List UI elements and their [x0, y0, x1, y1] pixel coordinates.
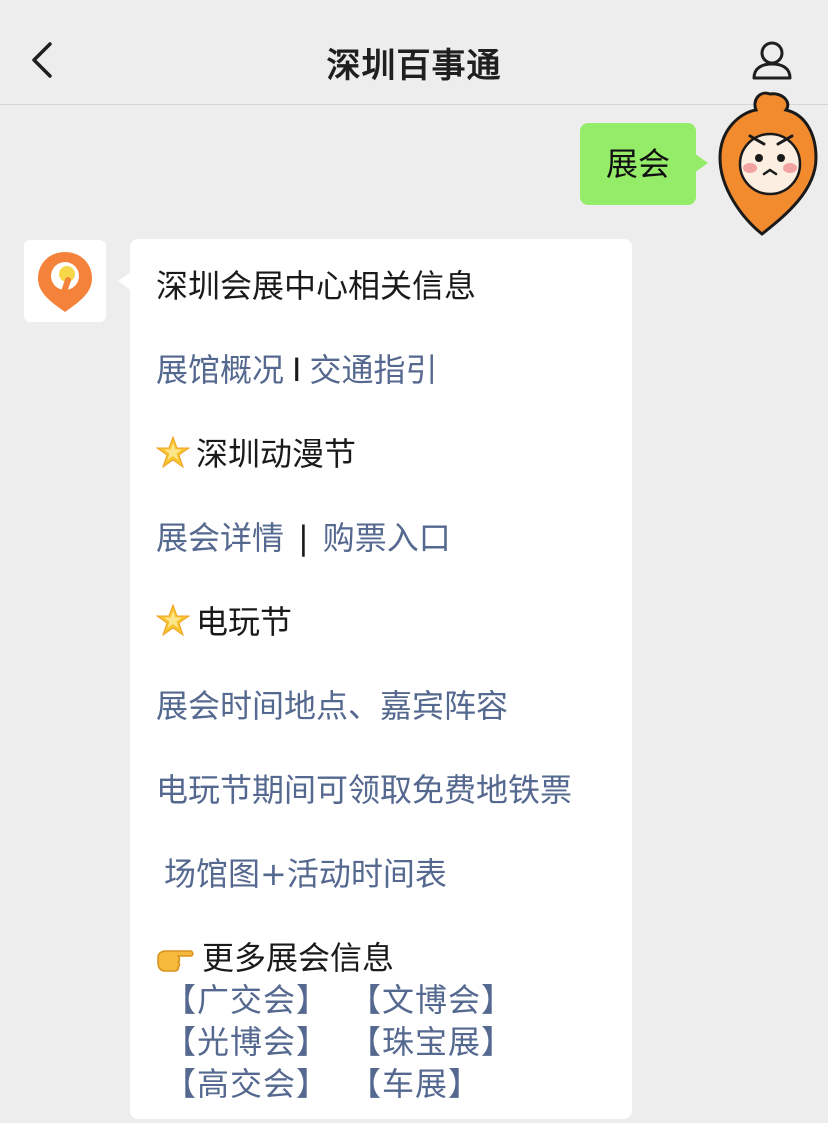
star-icon — [156, 603, 190, 637]
profile-button[interactable] — [748, 38, 796, 86]
cultural-expo-link[interactable]: 【文博会】 — [349, 981, 514, 1019]
top-bar: 深圳百事通 — [0, 0, 828, 105]
account-avatar[interactable] — [24, 240, 106, 322]
person-icon — [752, 41, 792, 80]
venue-overview-link[interactable]: 展馆概况 — [156, 351, 284, 389]
incoming-bubble: 深圳会展中心相关信息 展馆概况 I 交通指引 深圳动漫节 展会详情 | 购票入口 电玩节… — [118, 239, 632, 1119]
free-metro-ticket-link[interactable]: 电玩节期间可领取免费地铁票 — [156, 765, 572, 811]
user-avatar[interactable] — [712, 88, 824, 238]
link-separator: | — [298, 519, 309, 557]
time-venue-guests-link[interactable]: 展会时间地点、嘉宾阵容 — [156, 681, 508, 727]
section-label: 电玩节 — [196, 603, 293, 641]
venue-map-schedule-link[interactable]: 场馆图+活动时间表 — [164, 849, 447, 895]
message-heading: 深圳会展中心相关信息 — [156, 267, 477, 305]
link-separator: I — [292, 351, 302, 389]
star-icon — [156, 435, 190, 469]
jewelry-show-link[interactable]: 【珠宝展】 — [349, 1023, 514, 1061]
outgoing-message: 展会 — [580, 123, 709, 205]
optoelectronic-expo-link[interactable]: 【光博会】 — [164, 1023, 329, 1061]
hi-tech-fair-link[interactable]: 【高交会】 — [164, 1065, 329, 1103]
more-links-row: 【高交会】 【车展】 — [164, 1059, 481, 1105]
page-title: 深圳百事通 — [326, 46, 502, 86]
section-anime-festival: 深圳动漫节 — [156, 429, 356, 475]
venue-links-row: 展馆概况 I 交通指引 — [156, 345, 437, 391]
section-game-festival: 电玩节 — [156, 597, 292, 643]
pointing-hand-icon — [157, 950, 194, 972]
anime-links-row: 展会详情 | 购票入口 — [156, 513, 451, 559]
cartoon-avatar-icon — [718, 91, 818, 236]
more-links-row: 【光博会】 【珠宝展】 — [164, 1017, 514, 1063]
auto-show-link[interactable]: 【车展】 — [349, 1065, 481, 1103]
section-label: 更多展会信息 — [202, 939, 395, 977]
exhibition-details-link[interactable]: 展会详情 — [156, 519, 284, 557]
traffic-guide-link[interactable]: 交通指引 — [309, 351, 437, 389]
canton-fair-link[interactable]: 【广交会】 — [164, 981, 329, 1019]
outgoing-bubble[interactable]: 展会 — [580, 123, 709, 205]
section-more-exhibitions: 更多展会信息 — [156, 933, 394, 979]
more-links-row: 【广交会】 【文博会】 — [164, 975, 514, 1021]
section-label: 深圳动漫节 — [196, 435, 357, 473]
ticket-purchase-link[interactable]: 购票入口 — [323, 519, 451, 557]
location-pin-logo-icon — [38, 252, 92, 312]
